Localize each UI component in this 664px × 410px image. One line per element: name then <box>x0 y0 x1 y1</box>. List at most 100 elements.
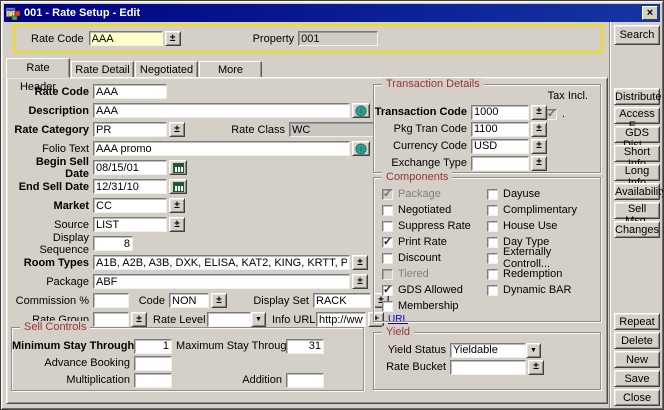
checkbox-complimentary[interactable]: Complimentary <box>487 203 577 217</box>
advance-booking-input[interactable] <box>134 356 172 371</box>
market-lov-button[interactable]: ± <box>169 198 185 213</box>
exchange-type-lov-button[interactable]: ± <box>531 156 547 171</box>
checkbox-box[interactable] <box>487 237 498 248</box>
display-sequence-label: Display Sequence <box>9 232 89 256</box>
source-lov-button[interactable]: ± <box>169 217 185 232</box>
checkbox-redemption[interactable]: Redemption <box>487 267 562 281</box>
checkbox-box[interactable] <box>487 205 498 216</box>
folio-text-input[interactable] <box>93 141 350 156</box>
room-types-lov-button[interactable]: ± <box>352 255 368 270</box>
end-sell-date-calendar-button[interactable] <box>169 179 187 194</box>
commission-code-label: Code <box>137 295 165 307</box>
app-icon[interactable] <box>6 7 20 20</box>
gds-dist-button[interactable]: GDS Dist... <box>614 126 660 143</box>
tax-incl-label: Tax Incl. <box>548 90 588 102</box>
delete-button[interactable]: Delete <box>614 332 660 349</box>
display-set-input[interactable] <box>313 293 371 308</box>
checkbox-box[interactable] <box>487 269 498 280</box>
calendar-icon <box>173 182 184 192</box>
begin-sell-date-input[interactable] <box>93 160 167 175</box>
rate-bucket-input[interactable] <box>450 360 526 375</box>
tab-rate-header[interactable]: Rate Header <box>6 58 70 78</box>
checkbox-suppress-rate[interactable]: Suppress Rate <box>382 219 471 233</box>
commission-code-input[interactable] <box>169 293 209 308</box>
info-url-input[interactable] <box>316 312 366 327</box>
checkbox-dynamic-bar[interactable]: Dynamic BAR <box>487 283 571 297</box>
rate-category-input[interactable] <box>93 122 167 137</box>
description-input[interactable] <box>93 103 350 118</box>
checkbox-box[interactable] <box>382 237 393 248</box>
availability-button[interactable]: Availability <box>614 183 660 200</box>
rate-code-lov-button[interactable]: ± <box>165 31 181 46</box>
checkbox-gds-allowed[interactable]: GDS Allowed <box>382 283 463 297</box>
description-language-button[interactable] <box>352 103 370 118</box>
room-types-input[interactable] <box>93 255 350 270</box>
checkbox-externally-controlled[interactable]: Externally Controll... <box>487 251 600 265</box>
begin-sell-date-calendar-button[interactable] <box>169 160 187 175</box>
repeat-button[interactable]: Repeat <box>614 313 660 330</box>
rate-level-dropdown-button[interactable]: ▼ <box>251 312 266 327</box>
rate-code-input[interactable] <box>93 84 167 99</box>
tab-more[interactable]: More <box>199 61 262 78</box>
checkbox-box[interactable] <box>382 253 393 264</box>
pkg-tran-code-input[interactable] <box>471 122 529 137</box>
checkbox-negotiated[interactable]: Negotiated <box>382 203 451 217</box>
addition-input[interactable] <box>286 373 324 388</box>
checkbox-print-rate[interactable]: Print Rate <box>382 235 447 249</box>
rate-level-select[interactable] <box>207 312 251 327</box>
rate-group-lov-button[interactable]: ± <box>131 312 147 327</box>
folio-text-language-button[interactable] <box>352 141 370 156</box>
new-button[interactable]: New <box>614 351 660 368</box>
yield-status-select[interactable] <box>450 343 526 358</box>
long-info-button[interactable]: Long Info <box>614 164 660 181</box>
commission-code-lov-button[interactable]: ± <box>211 293 227 308</box>
changes-button[interactable]: Changes <box>614 221 660 238</box>
checkbox-box <box>382 189 393 200</box>
currency-code-lov-button[interactable]: ± <box>531 139 547 154</box>
query-rate-code-input[interactable] <box>89 31 163 46</box>
rate-category-lov-button[interactable]: ± <box>169 122 185 137</box>
package-lov-button[interactable]: ± <box>352 274 368 289</box>
short-info-button[interactable]: Short Info <box>614 145 660 162</box>
search-button[interactable]: Search <box>614 25 660 45</box>
rate-bucket-lov-button[interactable]: ± <box>528 360 544 375</box>
min-stay-input[interactable] <box>134 339 172 354</box>
checkbox-discount[interactable]: Discount <box>382 251 441 265</box>
end-sell-date-input[interactable] <box>93 179 167 194</box>
distribute-button[interactable]: Distribute <box>614 88 660 105</box>
transaction-code-input[interactable] <box>471 105 529 120</box>
save-button[interactable]: Save <box>614 370 660 387</box>
title-bar[interactable]: 001 - Rate Setup - Edit × <box>4 4 660 22</box>
tab-negotiated[interactable]: Negotiated <box>135 61 198 78</box>
tab-rate-detail[interactable]: Rate Detail <box>71 61 134 78</box>
checkbox-box[interactable] <box>382 301 393 312</box>
source-input[interactable] <box>93 217 167 232</box>
max-stay-input[interactable] <box>286 339 324 354</box>
multiplication-input[interactable] <box>134 373 172 388</box>
checkbox-dayuse[interactable]: Dayuse <box>487 187 540 201</box>
checkbox-box[interactable] <box>382 285 393 296</box>
access-e-button[interactable]: Access E... <box>614 107 660 124</box>
checkbox-box[interactable] <box>487 285 498 296</box>
market-input[interactable] <box>93 198 167 213</box>
close-window-button[interactable]: × <box>642 6 658 20</box>
currency-code-input[interactable] <box>471 139 529 154</box>
exchange-type-input[interactable] <box>471 156 529 171</box>
checkbox-box[interactable] <box>487 221 498 232</box>
sell-msg-button[interactable]: Sell Msg. <box>614 202 660 219</box>
commission-pct-input[interactable] <box>93 293 129 308</box>
checkbox-box[interactable] <box>382 205 393 216</box>
rate-group-input[interactable] <box>93 312 129 327</box>
checkbox-membership[interactable]: Membership <box>382 299 459 313</box>
yield-status-dropdown-button[interactable]: ▼ <box>526 343 541 358</box>
checkbox-box[interactable] <box>487 253 498 264</box>
checkbox-house-use[interactable]: House Use <box>487 219 557 233</box>
transaction-code-lov-button[interactable]: ± <box>531 105 547 120</box>
checkbox-box[interactable] <box>382 221 393 232</box>
pkg-tran-code-lov-button[interactable]: ± <box>531 122 547 137</box>
package-input[interactable] <box>93 274 350 289</box>
advance-booking-label: Advance Booking <box>12 357 130 369</box>
checkbox-box[interactable] <box>487 189 498 200</box>
close-button[interactable]: Close <box>614 389 660 406</box>
display-sequence-input[interactable] <box>93 236 133 251</box>
